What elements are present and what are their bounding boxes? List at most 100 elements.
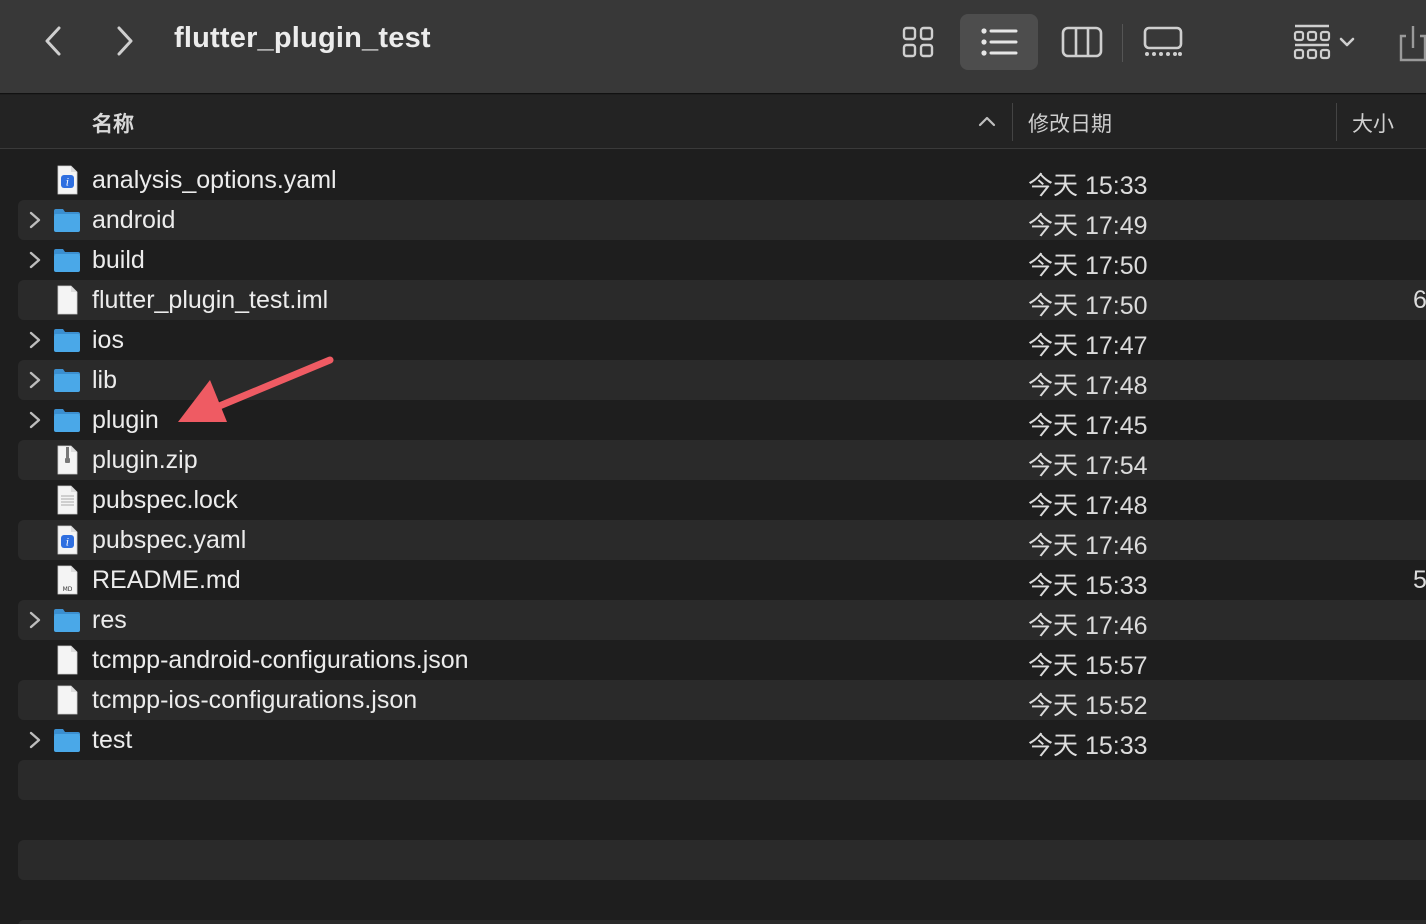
file-row[interactable]: flutter_plugin_test.iml 今天 17:50 6 — [18, 280, 1426, 320]
folder-row[interactable]: android 今天 17:49 — [18, 200, 1426, 240]
toolbar: flutter_plugin_test — [0, 0, 1426, 94]
file-name: tcmpp-android-configurations.json — [92, 646, 469, 674]
column-separator[interactable] — [1336, 103, 1337, 141]
svg-text:MD: MD — [63, 586, 73, 593]
disclosure-triangle-icon[interactable] — [27, 370, 43, 390]
document-file-icon — [57, 685, 78, 715]
file-date: 今天 17:46 — [1028, 612, 1148, 640]
file-row[interactable]: i pubspec.yaml 今天 17:46 — [18, 520, 1426, 560]
gallery-view-button[interactable] — [1124, 14, 1202, 70]
group-icon — [1293, 24, 1331, 60]
file-date: 今天 15:33 — [1028, 172, 1148, 200]
file-row[interactable]: i analysis_options.yaml 今天 15:33 — [18, 160, 1426, 200]
disclosure-triangle-icon[interactable] — [27, 610, 43, 630]
yaml-file-icon: i — [57, 165, 78, 195]
file-date: 今天 15:52 — [1028, 692, 1148, 720]
disclosure-triangle-icon[interactable] — [27, 330, 43, 350]
file-date: 今天 17:48 — [1028, 372, 1148, 400]
file-name: pubspec.lock — [92, 486, 238, 514]
file-row[interactable]: plugin.zip 今天 17:54 — [18, 440, 1426, 480]
column-date-header[interactable]: 修改日期 — [1028, 108, 1112, 138]
file-date: 今天 17:48 — [1028, 492, 1148, 520]
markdown-file-icon: MD — [57, 565, 78, 595]
file-type-icon — [52, 365, 82, 395]
file-size: 6 — [1413, 286, 1426, 314]
toolbar-divider — [1122, 24, 1123, 62]
folder-icon — [54, 209, 80, 232]
file-type-icon — [52, 245, 82, 275]
file-name: build — [92, 246, 145, 274]
file-name: README.md — [92, 566, 241, 594]
sort-ascending-icon[interactable] — [976, 111, 998, 131]
file-date: 今天 15:33 — [1028, 572, 1148, 600]
file-date: 今天 17:45 — [1028, 412, 1148, 440]
share-button[interactable] — [1398, 14, 1426, 70]
file-name: tcmpp-ios-configurations.json — [92, 686, 418, 714]
column-header: 名称 修改日期 大小 — [0, 95, 1426, 149]
chevron-down-icon — [1339, 37, 1355, 47]
file-type-icon: i — [52, 525, 82, 555]
empty-row — [18, 760, 1426, 800]
empty-row — [18, 920, 1426, 924]
folder-icon — [54, 609, 80, 632]
document-file-icon — [57, 645, 78, 675]
file-name: pubspec.yaml — [92, 526, 247, 554]
disclosure-triangle-icon[interactable] — [27, 210, 43, 230]
chevron-right-icon — [117, 26, 133, 56]
disclosure-triangle-icon[interactable] — [27, 250, 43, 270]
disclosure-triangle-icon[interactable] — [27, 730, 43, 750]
back-button[interactable] — [34, 18, 74, 64]
column-view-button[interactable] — [1043, 14, 1121, 70]
file-name: test — [92, 726, 133, 754]
file-date: 今天 17:49 — [1028, 212, 1148, 240]
forward-button[interactable] — [104, 18, 144, 64]
file-name: ios — [92, 326, 124, 354]
file-date: 今天 17:50 — [1028, 292, 1148, 320]
column-separator[interactable] — [1012, 103, 1013, 141]
file-type-icon — [52, 645, 82, 675]
folder-icon — [54, 329, 80, 352]
column-size-header[interactable]: 大小 — [1352, 108, 1394, 138]
file-row[interactable]: MD README.md 今天 15:33 5 — [18, 560, 1426, 600]
file-name: res — [92, 606, 127, 634]
share-icon — [1399, 26, 1426, 62]
file-name: flutter_plugin_test.iml — [92, 286, 329, 314]
file-row[interactable]: tcmpp-ios-configurations.json 今天 15:52 — [18, 680, 1426, 720]
file-type-icon — [52, 285, 82, 315]
list-view-button[interactable] — [960, 14, 1038, 70]
file-date: 今天 17:50 — [1028, 252, 1148, 280]
yaml-file-icon: i — [57, 525, 78, 555]
folder-row[interactable]: test 今天 15:33 — [18, 720, 1426, 760]
file-type-icon — [52, 485, 82, 515]
chevron-left-icon — [45, 26, 61, 56]
file-type-icon — [52, 445, 82, 475]
folder-icon — [54, 369, 80, 392]
column-view-icon — [1061, 26, 1103, 58]
icon-view-button[interactable] — [879, 14, 957, 70]
file-date: 今天 17:46 — [1028, 532, 1148, 560]
group-by-button[interactable] — [1278, 14, 1370, 70]
file-type-icon — [52, 405, 82, 435]
document-file-icon — [57, 285, 78, 315]
file-name: lib — [92, 366, 118, 394]
grid-view-icon — [902, 26, 934, 58]
file-name: analysis_options.yaml — [92, 166, 337, 194]
file-type-icon — [52, 725, 82, 755]
file-type-icon: MD — [52, 565, 82, 595]
folder-row[interactable]: build 今天 17:50 — [18, 240, 1426, 280]
file-row[interactable]: tcmpp-android-configurations.json 今天 15:5… — [18, 640, 1426, 680]
file-row[interactable]: pubspec.lock 今天 17:48 — [18, 480, 1426, 520]
file-type-icon — [52, 205, 82, 235]
file-type-icon — [52, 325, 82, 355]
file-date: 今天 17:47 — [1028, 332, 1148, 360]
folder-icon — [54, 729, 80, 752]
file-name: plugin.zip — [92, 446, 198, 474]
file-name: plugin — [92, 406, 159, 434]
empty-row — [18, 840, 1426, 880]
svg-text:i: i — [66, 178, 69, 189]
folder-row[interactable]: res 今天 17:46 — [18, 600, 1426, 640]
file-type-icon — [52, 605, 82, 635]
zip-file-icon — [57, 445, 78, 475]
disclosure-triangle-icon[interactable] — [27, 410, 43, 430]
column-name-header[interactable]: 名称 — [92, 108, 134, 138]
